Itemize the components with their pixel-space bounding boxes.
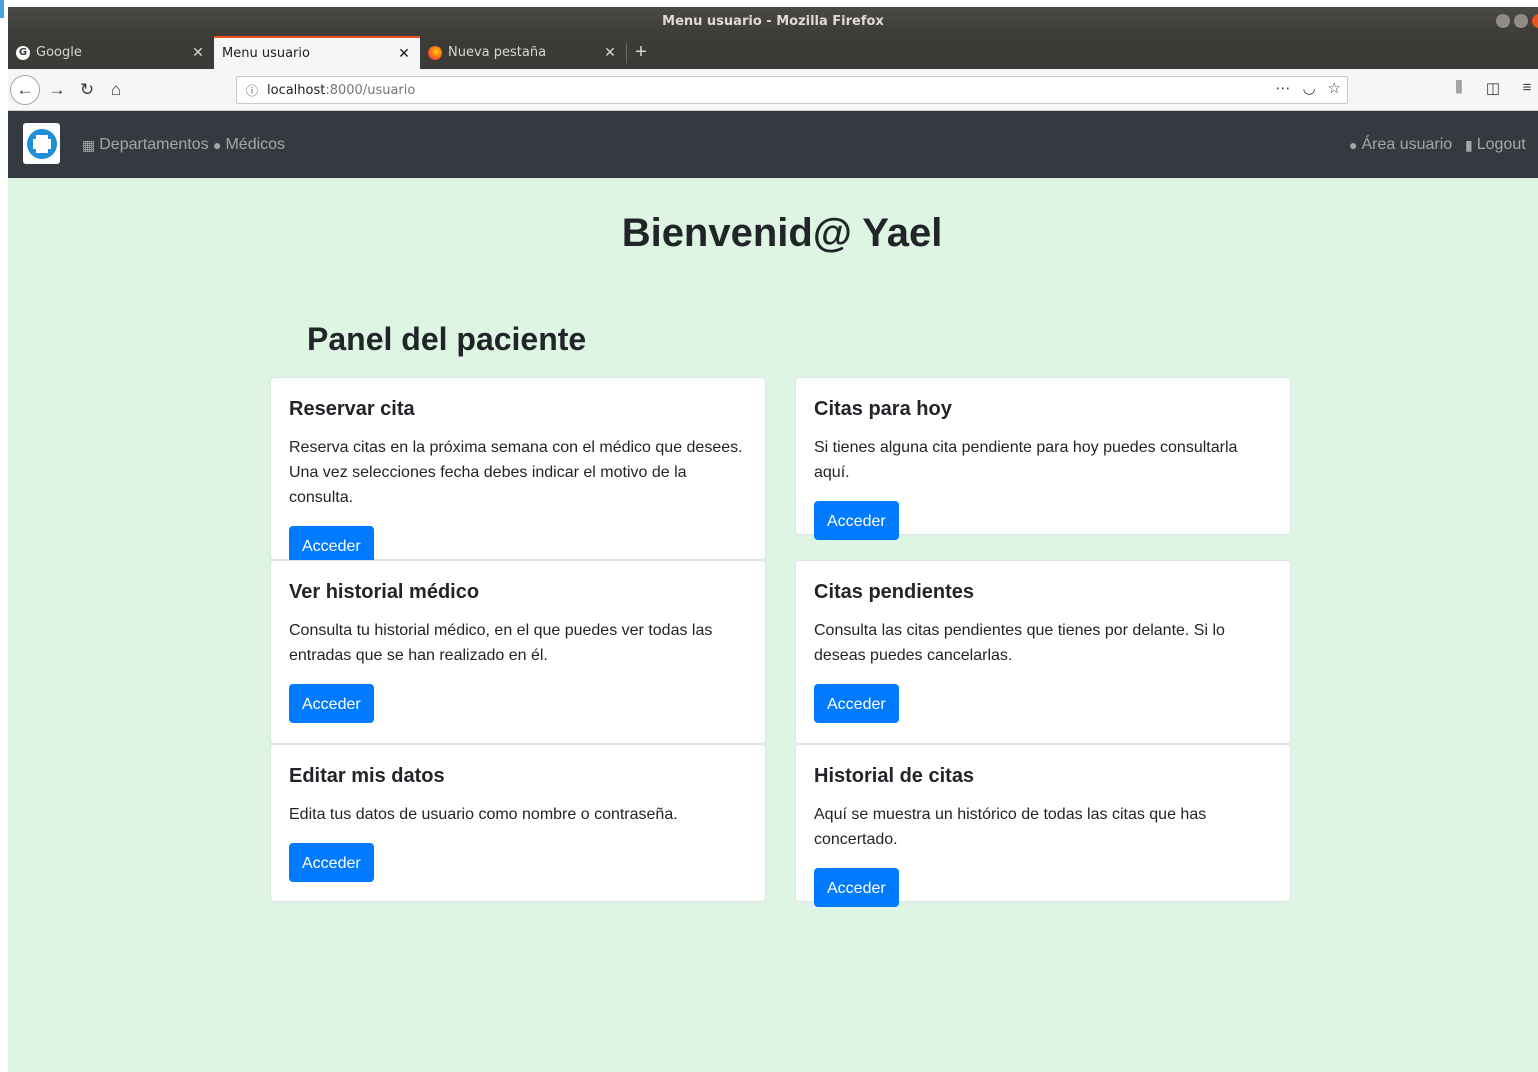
- brand-logo[interactable]: [23, 123, 60, 164]
- card-title: Historial de citas: [814, 765, 975, 787]
- card-text: Consulta tu historial médico, en el que …: [289, 622, 713, 664]
- tab-label: Nueva pestaña: [448, 45, 547, 60]
- maximize-button[interactable]: [1514, 14, 1528, 28]
- card-text: Reserva citas en la próxima semana con e…: [289, 439, 743, 506]
- acceder-button[interactable]: Acceder: [814, 501, 899, 540]
- sidebar-icon[interactable]: ◫: [1484, 79, 1502, 97]
- card-text: Si tienes alguna cita pendiente para hoy…: [814, 439, 1238, 481]
- url-bar[interactable]: ⓘ localhost:8000/usuario ⋯ ◡ ☆: [236, 76, 1348, 104]
- nav-link-logout[interactable]: ▮ Logout: [1465, 136, 1526, 154]
- card-editar-mis-datos: Editar mis datos Edita tus datos de usua…: [270, 744, 766, 902]
- tab-menu-usuario[interactable]: Menu usuario ✕: [214, 36, 420, 69]
- card-ver-historial-medico: Ver historial médico Consulta tu histori…: [270, 560, 766, 744]
- new-tab-button[interactable]: +: [627, 36, 655, 69]
- nav-link-label: Departamentos: [99, 136, 209, 153]
- page-actions-icon[interactable]: ⋯: [1275, 79, 1290, 97]
- window-titlebar: Menu usuario - Mozilla Firefox: [8, 7, 1538, 36]
- google-icon: G: [16, 45, 30, 60]
- card-title: Citas pendientes: [814, 581, 975, 603]
- close-tab-icon[interactable]: ✕: [396, 46, 412, 62]
- acceder-button[interactable]: Acceder: [289, 843, 374, 882]
- card-text: Edita tus datos de usuario como nombre o…: [289, 806, 678, 823]
- doctor-icon: ●: [213, 137, 222, 153]
- close-window-button[interactable]: [1532, 14, 1538, 28]
- page-content: ▦ Departamentos ● Médicos ● Área usuario…: [8, 111, 1538, 1072]
- card-text: Aquí se muestra un histórico de todas la…: [814, 806, 1207, 848]
- home-button[interactable]: ⌂: [104, 77, 128, 103]
- card-text: Consulta las citas pendientes que tienes…: [814, 622, 1225, 664]
- tab-label: Google: [36, 45, 82, 60]
- card-historial-de-citas: Historial de citas Aquí se muestra un hi…: [795, 744, 1291, 907]
- card-citas-para-hoy: Citas para hoy Si tienes alguna cita pen…: [795, 377, 1291, 540]
- close-tab-icon[interactable]: ✕: [602, 45, 618, 61]
- nav-link-label: Médicos: [225, 136, 286, 153]
- card-citas-pendientes: Citas pendientes Consulta las citas pend…: [795, 560, 1291, 744]
- panel-title: Panel del paciente: [307, 321, 587, 357]
- tab-google[interactable]: G Google ✕: [8, 36, 214, 69]
- close-tab-icon[interactable]: ✕: [190, 45, 206, 61]
- browser-toolbar: ← → ↻ ⌂ ⓘ localhost:8000/usuario ⋯ ◡ ☆ ⫼…: [8, 69, 1538, 111]
- reload-button[interactable]: ↻: [76, 77, 98, 103]
- home-icon: ⌂: [110, 80, 122, 99]
- browser-window: Menu usuario - Mozilla Firefox G Google …: [8, 7, 1538, 1072]
- bookmark-star-icon[interactable]: ☆: [1328, 79, 1341, 97]
- screen-edge: [0, 0, 8, 1072]
- acceder-button[interactable]: Acceder: [814, 684, 899, 723]
- card-title: Citas para hoy: [814, 398, 952, 420]
- toolbar-right: ⫼ ◫ ≡: [1450, 79, 1538, 97]
- building-icon: ▦: [82, 136, 96, 153]
- nav-link-label: Área usuario: [1361, 136, 1453, 153]
- firefox-icon: [428, 45, 442, 60]
- tab-label: Menu usuario: [222, 46, 310, 61]
- nav-link-medicos[interactable]: ● Médicos: [213, 136, 285, 154]
- back-arrow-icon: ←: [16, 80, 34, 99]
- nav-link-area-usuario[interactable]: ● Área usuario: [1349, 136, 1452, 154]
- url-host: localhost: [267, 82, 326, 98]
- forward-button[interactable]: →: [46, 77, 68, 103]
- acceder-button[interactable]: Acceder: [814, 868, 899, 907]
- forward-arrow-icon: →: [48, 80, 66, 99]
- user-icon: ●: [1349, 137, 1358, 153]
- card-title: Editar mis datos: [289, 765, 445, 787]
- nav-link-label: Logout: [1476, 136, 1526, 153]
- pocket-icon[interactable]: ◡: [1302, 79, 1315, 97]
- url-actions: ⋯ ◡ ☆: [1275, 79, 1341, 97]
- library-icon[interactable]: ⫼: [1450, 79, 1468, 97]
- acceder-button[interactable]: Acceder: [289, 684, 374, 723]
- minimize-button[interactable]: [1496, 14, 1510, 28]
- card-title: Ver historial médico: [289, 581, 480, 603]
- card-title: Reservar cita: [289, 398, 415, 420]
- reload-icon: ↻: [79, 80, 95, 99]
- medical-cross-logo-icon: [26, 128, 57, 159]
- site-navbar: ▦ Departamentos ● Médicos ● Área usuario…: [8, 111, 1538, 178]
- logout-door-icon: ▮: [1465, 136, 1473, 153]
- nav-link-departamentos[interactable]: ▦ Departamentos: [82, 136, 209, 154]
- tab-nueva-pestana[interactable]: Nueva pestaña ✕: [420, 36, 626, 69]
- window-controls: [1496, 14, 1538, 28]
- card-reservar-cita: Reservar cita Reserva citas en la próxim…: [270, 377, 766, 565]
- url-path: :8000/usuario: [325, 82, 416, 98]
- hamburger-menu-icon[interactable]: ≡: [1518, 79, 1536, 97]
- window-title: Menu usuario - Mozilla Firefox: [662, 14, 884, 29]
- tab-strip: G Google ✕ Menu usuario ✕ Nueva pestaña …: [8, 36, 1538, 69]
- back-button[interactable]: ←: [10, 75, 40, 105]
- welcome-heading: Bienvenid@ Yael: [621, 211, 943, 255]
- site-info-icon[interactable]: ⓘ: [237, 82, 267, 99]
